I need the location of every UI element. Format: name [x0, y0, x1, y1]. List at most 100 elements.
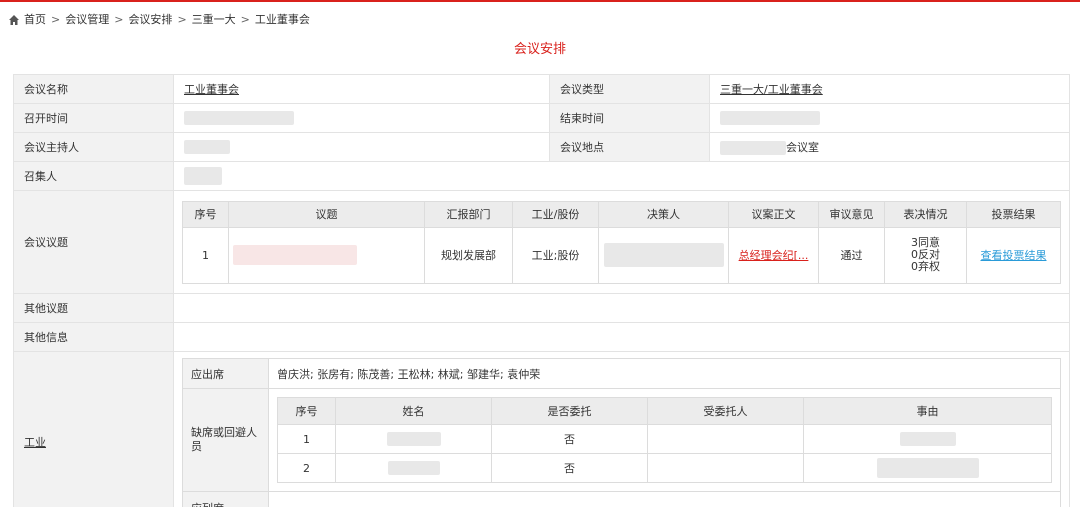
absent-delegate — [647, 453, 804, 483]
table-row: 工业 应出席 曾庆洪; 张房有; 陈茂善; 王松林; 林斌; 邹建华; 袁仲荣 … — [13, 351, 1070, 507]
agenda-header-vote: 表决情况 — [884, 200, 967, 228]
redacted-value — [184, 140, 230, 154]
table-row: 会议名称 工业董事会 会议类型 三重一大/工业董事会 — [13, 74, 1070, 104]
agenda-header-doc: 议案正文 — [728, 200, 819, 228]
table-row: 1 否 — [277, 424, 1052, 454]
agenda-doc-link[interactable]: 总经理会纪[... — [739, 249, 809, 262]
view-vote-result-link[interactable]: 查看投票结果 — [981, 249, 1047, 262]
agenda-topic — [228, 226, 425, 284]
convener-label: 召集人 — [13, 161, 174, 191]
absent-table: 序号 姓名 是否委托 受委托人 事由 1 否 2 否 — [277, 397, 1052, 483]
host-value — [173, 132, 550, 162]
industry-link[interactable]: 工业 — [24, 436, 46, 449]
host-label: 会议主持人 — [13, 132, 174, 162]
page-title: 会议安排 — [513, 42, 566, 57]
agenda-header-opinion: 审议意见 — [818, 200, 885, 228]
agenda-opinion: 通过 — [818, 226, 885, 284]
breadcrumb-current: 工业董事会 — [254, 13, 310, 26]
absent-index: 2 — [277, 453, 336, 483]
other-agenda-label: 其他议题 — [13, 293, 174, 323]
convener-value — [173, 161, 1070, 191]
table-row: 应出席 曾庆洪; 张房有; 陈茂善; 王松林; 林斌; 邹建华; 袁仲荣 — [182, 358, 1061, 389]
absent-header-row: 序号 姓名 是否委托 受委托人 事由 — [277, 397, 1052, 425]
end-time-label: 结束时间 — [549, 103, 710, 133]
absent-entrusted: 否 — [491, 424, 648, 454]
breadcrumb-three-major[interactable]: 三重一大 — [192, 2, 236, 37]
location-label: 会议地点 — [549, 132, 710, 162]
agenda-company: 工业;股份 — [512, 226, 599, 284]
other-info-value — [173, 322, 1070, 352]
agenda-header-dept: 汇报部门 — [424, 200, 513, 228]
breadcrumb-separator: > — [240, 13, 250, 26]
absent-name — [335, 424, 492, 454]
location-suffix: 会议室 — [786, 141, 819, 154]
breadcrumb-meeting-management[interactable]: 会议管理 — [65, 2, 109, 37]
redacted-value — [233, 245, 357, 265]
breadcrumb-home[interactable]: 首页 — [24, 2, 46, 37]
agenda-doc: 总经理会纪[... — [728, 226, 819, 284]
redacted-value — [876, 458, 979, 478]
redacted-value — [899, 432, 956, 446]
redacted-value — [603, 243, 724, 267]
agenda-cell: 序号 议题 汇报部门 工业/股份 决策人 议案正文 审议意见 表决情况 投票结果… — [173, 190, 1070, 294]
agenda-index: 1 — [182, 226, 229, 284]
absent-index: 1 — [277, 424, 336, 454]
nonvoting-value — [268, 491, 1061, 507]
agenda-result: 查看投票结果 — [966, 226, 1061, 284]
table-row: 召开时间 结束时间 — [13, 103, 1070, 133]
nonvoting-label: 应列席 — [182, 491, 269, 507]
breadcrumb-separator: > — [51, 13, 61, 26]
absent-header-reason: 事由 — [803, 397, 1052, 425]
required-label: 应出席 — [182, 358, 269, 389]
redacted-value — [387, 461, 440, 475]
absent-header-index: 序号 — [277, 397, 336, 425]
start-time-label: 召开时间 — [13, 103, 174, 133]
table-row: 会议主持人 会议地点 会议室 — [13, 132, 1070, 162]
breadcrumb-meeting-arrangement[interactable]: 会议安排 — [128, 2, 172, 37]
agenda-header-result: 投票结果 — [966, 200, 1061, 228]
agenda-header-company: 工业/股份 — [512, 200, 599, 228]
vote-abstain: 0弃权 — [911, 260, 940, 273]
location-value: 会议室 — [709, 132, 1070, 162]
absent-header-entrusted: 是否委托 — [491, 397, 648, 425]
table-row: 其他议题 — [13, 293, 1070, 323]
meeting-type-link[interactable]: 三重一大/工业董事会 — [720, 83, 823, 96]
absent-name — [335, 453, 492, 483]
meeting-type-value: 三重一大/工业董事会 — [709, 74, 1070, 104]
agenda-header-decider: 决策人 — [598, 200, 729, 228]
redacted-value — [386, 432, 441, 446]
industry-cell: 应出席 曾庆洪; 张房有; 陈茂善; 王松林; 林斌; 邹建华; 袁仲荣 缺席或… — [173, 351, 1070, 507]
industry-label: 工业 — [13, 351, 174, 507]
agenda-header-topic: 议题 — [228, 200, 425, 228]
redacted-value — [184, 111, 294, 125]
absent-label: 缺席或回避人员 — [182, 388, 269, 492]
redacted-value — [184, 167, 222, 185]
breadcrumb-separator: > — [114, 13, 124, 26]
absent-entrusted: 否 — [491, 453, 648, 483]
agenda-vote: 3同意 0反对 0弃权 — [884, 226, 967, 284]
absent-header-name: 姓名 — [335, 397, 492, 425]
other-agenda-value — [173, 293, 1070, 323]
meeting-name-value: 工业董事会 — [173, 74, 550, 104]
breadcrumb: 首页 > 会议管理 > 会议安排 > 三重一大 > 工业董事会 — [0, 2, 1080, 37]
table-row: 其他信息 — [13, 322, 1070, 352]
absent-delegate — [647, 424, 804, 454]
meeting-info-table: 会议名称 工业董事会 会议类型 三重一大/工业董事会 召开时间 结束时间 会议主… — [13, 74, 1070, 507]
table-row: 应列席 — [182, 491, 1061, 507]
home-icon — [9, 14, 19, 25]
meeting-name-link[interactable]: 工业董事会 — [184, 83, 239, 96]
agenda-decider — [598, 226, 729, 284]
absent-header-delegate: 受委托人 — [647, 397, 804, 425]
agenda-header-row: 序号 议题 汇报部门 工业/股份 决策人 议案正文 审议意见 表决情况 投票结果 — [182, 200, 1061, 228]
redacted-value — [720, 141, 786, 155]
table-row: 会议议题 序号 议题 汇报部门 工业/股份 决策人 议案正文 审议意见 表决情况… — [13, 190, 1070, 294]
redacted-value — [720, 111, 820, 125]
meeting-type-label: 会议类型 — [549, 74, 710, 104]
table-row: 召集人 — [13, 161, 1070, 191]
start-time-value — [173, 103, 550, 133]
breadcrumb-separator: > — [177, 13, 187, 26]
agenda-dept: 规划发展部 — [424, 226, 513, 284]
absent-cell: 序号 姓名 是否委托 受委托人 事由 1 否 2 否 — [268, 388, 1061, 492]
agenda-label: 会议议题 — [13, 190, 174, 294]
absent-reason — [803, 424, 1052, 454]
